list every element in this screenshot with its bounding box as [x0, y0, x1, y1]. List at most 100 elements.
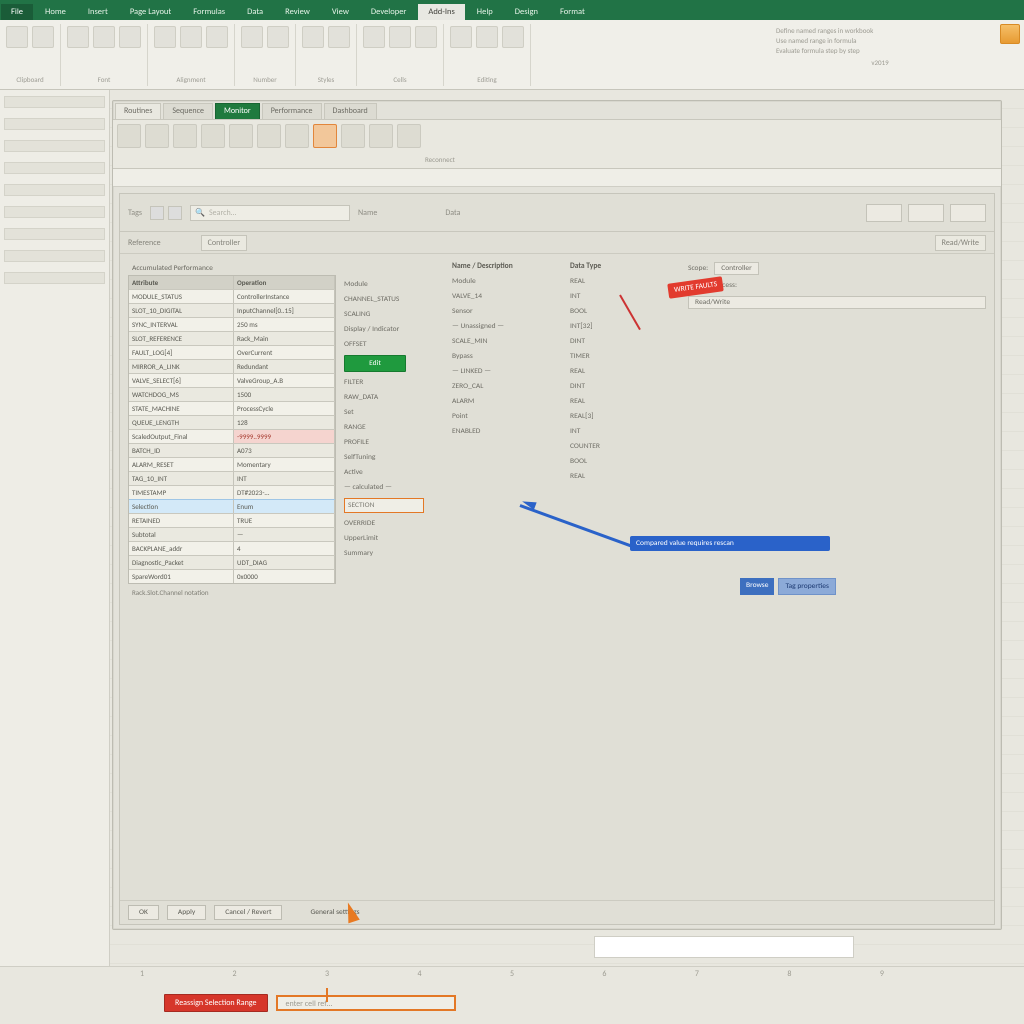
dialog-close-button[interactable]: [950, 204, 986, 222]
inner-tab-0[interactable]: Routines: [115, 103, 161, 119]
ribbon-tab-9[interactable]: Help: [467, 4, 503, 20]
ribbon-group-cells: Cells: [361, 24, 444, 86]
subheader-access[interactable]: Read/Write: [935, 235, 986, 251]
percent-icon[interactable]: [241, 26, 263, 48]
table-row[interactable]: SYNC_INTERVAL250 ms: [129, 317, 335, 331]
inner-tab-1[interactable]: Sequence: [163, 103, 213, 119]
inner-tab-2[interactable]: Monitor: [215, 103, 260, 119]
delete-icon[interactable]: [389, 26, 411, 48]
ribbon-tab-2[interactable]: Page Layout: [120, 4, 181, 20]
search-icon: 🔍: [195, 208, 205, 218]
fill-color-icon[interactable]: [119, 26, 141, 48]
wrap-text-icon[interactable]: [206, 26, 228, 48]
dialog-header: Tags 🔍 Search… Name Data: [120, 194, 994, 232]
inner-formula-bar[interactable]: [113, 169, 1001, 187]
reconnect-icon[interactable]: [117, 124, 141, 148]
ribbon-tab-0[interactable]: Home: [35, 4, 76, 20]
refresh-icon[interactable]: [341, 124, 365, 148]
table-header-op[interactable]: Operation: [234, 276, 335, 289]
sort-icon[interactable]: [476, 26, 498, 48]
table-row[interactable]: SLOT_REFERENCERack_Main: [129, 331, 335, 345]
table-row[interactable]: Subtotal—: [129, 527, 335, 541]
table-row[interactable]: VALVE_SELECT[6]ValveGroup_A.B: [129, 373, 335, 387]
bold-icon[interactable]: [93, 26, 115, 48]
table-row[interactable]: ALARM_RESETMomentary: [129, 457, 335, 471]
access-value[interactable]: Read/Write: [688, 296, 986, 309]
highlighted-field[interactable]: SECTION: [344, 498, 424, 513]
ribbon-tab-6[interactable]: View: [322, 4, 359, 20]
table-row[interactable]: MIRROR_A_LINKRedundant: [129, 359, 335, 373]
browse-button[interactable]: Browse: [740, 578, 774, 595]
scope-value[interactable]: Controller: [714, 262, 759, 275]
table-header-attr[interactable]: Attribute: [129, 276, 234, 289]
format-icon[interactable]: [415, 26, 437, 48]
list-view-icon[interactable]: [150, 206, 164, 220]
comma-icon[interactable]: [267, 26, 289, 48]
search-input[interactable]: 🔍 Search…: [190, 205, 350, 221]
ribbon-tab-5[interactable]: Review: [275, 4, 320, 20]
upload-icon[interactable]: [145, 124, 169, 148]
ribbon-tab-file[interactable]: File: [1, 4, 33, 20]
col4-header: Data Type: [570, 262, 680, 271]
edit-button[interactable]: Edit: [344, 355, 406, 372]
inner-tab-3[interactable]: Performance: [262, 103, 322, 119]
table-row[interactable]: SpareWord010x0000: [129, 569, 335, 583]
inner-tab-4[interactable]: Dashboard: [324, 103, 377, 119]
tag-properties-button[interactable]: Tag properties: [778, 578, 835, 595]
table-row[interactable]: WATCHDOG_MS1500: [129, 387, 335, 401]
ribbon-tab-10[interactable]: Design: [505, 4, 548, 20]
table-row[interactable]: ScaledOutput_Final-9999..9999: [129, 429, 335, 443]
filter-icon[interactable]: [285, 124, 309, 148]
cut-icon[interactable]: [32, 26, 54, 48]
ok-button[interactable]: OK: [128, 905, 159, 920]
subheader-scope[interactable]: Controller: [201, 235, 248, 251]
ribbon-tab-4[interactable]: Data: [237, 4, 273, 20]
table-icon[interactable]: [328, 26, 350, 48]
addin-launch-icon[interactable]: [1000, 24, 1020, 44]
font-icon[interactable]: [67, 26, 89, 48]
dialog-footer-label: General settings: [310, 908, 359, 917]
cond-format-icon[interactable]: [302, 26, 324, 48]
ribbon-tab-11[interactable]: Format: [550, 4, 595, 20]
scope-label: Scope:: [688, 264, 708, 273]
autosum-icon[interactable]: [450, 26, 472, 48]
left-table[interactable]: Attribute Operation MODULE_STATUSControl…: [128, 275, 336, 584]
header-tab-name: Name: [358, 208, 377, 218]
dialog-min-button[interactable]: [866, 204, 902, 222]
cell-ref-input[interactable]: enter cell ref…: [276, 995, 456, 1011]
insert-icon[interactable]: [363, 26, 385, 48]
warning-icon[interactable]: [313, 124, 337, 148]
sort-asc-icon[interactable]: [257, 124, 281, 148]
ribbon-tab-1[interactable]: Insert: [78, 4, 118, 20]
export-icon[interactable]: [369, 124, 393, 148]
align-left-icon[interactable]: [154, 26, 176, 48]
ribbon-tab-3[interactable]: Formulas: [183, 4, 235, 20]
ribbon-tab-7[interactable]: Developer: [361, 4, 417, 20]
namebox[interactable]: [4, 96, 105, 108]
callout-reassign: Reassign Selection Range: [164, 994, 268, 1012]
table-row[interactable]: SLOT_10_DIGITALInputChannel[0..15]: [129, 303, 335, 317]
download-icon[interactable]: [173, 124, 197, 148]
settings-icon[interactable]: [397, 124, 421, 148]
table-row[interactable]: TAG_10_INTINT: [129, 471, 335, 485]
table-row[interactable]: QUEUE_LENGTH128: [129, 415, 335, 429]
table-row[interactable]: Diagnostic_PacketUDT_DIAG: [129, 555, 335, 569]
table-row[interactable]: FAULT_LOG[4]OverCurrent: [129, 345, 335, 359]
dialog-restore-button[interactable]: [908, 204, 944, 222]
find-icon[interactable]: [502, 26, 524, 48]
chart-icon[interactable]: [229, 124, 253, 148]
table-row[interactable]: RETAINEDTRUE: [129, 513, 335, 527]
table-row[interactable]: BATCH_IDA073: [129, 443, 335, 457]
compare-icon[interactable]: [201, 124, 225, 148]
table-row[interactable]: STATE_MACHINEProcessCycle: [129, 401, 335, 415]
table-row[interactable]: TIMESTAMPDT#2023-…: [129, 485, 335, 499]
table-row[interactable]: BACKPLANE_addr4: [129, 541, 335, 555]
cancel-button[interactable]: Cancel / Revert: [214, 905, 282, 920]
paste-icon[interactable]: [6, 26, 28, 48]
tree-view-icon[interactable]: [168, 206, 182, 220]
table-row[interactable]: MODULE_STATUSControllerInstance: [129, 289, 335, 303]
ribbon-tab-8[interactable]: Add-Ins: [418, 4, 464, 20]
table-row-selected[interactable]: SelectionEnum: [129, 499, 335, 513]
align-center-icon[interactable]: [180, 26, 202, 48]
apply-button[interactable]: Apply: [167, 905, 206, 920]
